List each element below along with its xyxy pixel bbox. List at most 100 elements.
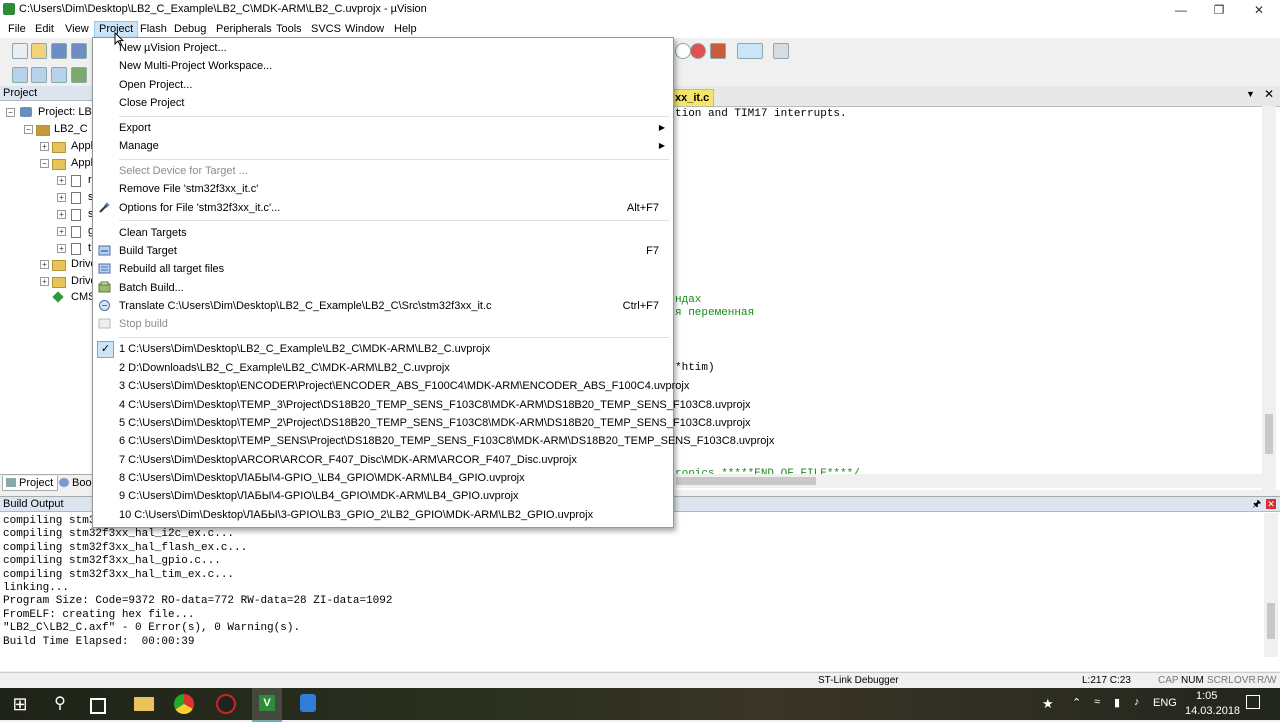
menu-item-build-target[interactable]: Build Target F7 bbox=[93, 242, 671, 260]
task-view-icon[interactable] bbox=[90, 698, 106, 714]
expand-icon[interactable]: + bbox=[57, 210, 66, 219]
scroll-thumb[interactable] bbox=[1265, 414, 1273, 454]
tab-list-dropdown-icon[interactable]: ▼ bbox=[1246, 89, 1255, 99]
menu-item-clean-targets[interactable]: Clean Targets bbox=[93, 224, 671, 242]
search-icon[interactable]: ⚲ bbox=[50, 694, 70, 714]
menu-item-translate[interactable]: Translate C:\Users\Dim\Desktop\LB2_C_Exa… bbox=[93, 297, 671, 315]
menu-item-recent-project[interactable]: 5 C:\Users\Dim\Desktop\TEMP_2\Project\DS… bbox=[93, 414, 751, 432]
network-icon[interactable]: ≈ bbox=[1094, 696, 1100, 708]
menu-file[interactable]: File bbox=[4, 21, 30, 37]
pin-icon[interactable]: 🖈 bbox=[1252, 497, 1261, 512]
scroll-thumb[interactable] bbox=[676, 477, 816, 485]
tray-expand-icon[interactable]: ⌃ bbox=[1072, 696, 1081, 709]
menu-item-export[interactable]: Export ▶ bbox=[93, 119, 671, 137]
menu-help[interactable]: Help bbox=[390, 21, 421, 37]
code-line-comment[interactable]: я переменная bbox=[675, 307, 754, 319]
menu-item-new-workspace[interactable]: New Multi-Project Workspace... bbox=[93, 57, 671, 75]
build-toolbar-icon[interactable] bbox=[31, 67, 47, 83]
menu-item-manage[interactable]: Manage ▶ bbox=[93, 137, 671, 155]
menu-item-recent-project[interactable]: 9 C:\Users\Dim\Desktop\ЛАБЫ\4-GPIO\LB4_G… bbox=[93, 487, 671, 505]
menu-item-rebuild-all[interactable]: Rebuild all target files bbox=[93, 260, 671, 278]
notifications-icon[interactable] bbox=[1246, 695, 1260, 709]
kill-breakpoints-icon[interactable] bbox=[710, 43, 726, 59]
clock-time[interactable]: 1:05 bbox=[1196, 690, 1217, 702]
menu-item-new-project[interactable]: New µVision Project... bbox=[93, 39, 671, 57]
minimize-button[interactable]: — bbox=[1162, 0, 1200, 20]
menu-debug[interactable]: Debug bbox=[170, 21, 210, 37]
num-indicator: NUM bbox=[1181, 675, 1204, 686]
editor-vertical-scrollbar[interactable] bbox=[1262, 106, 1276, 490]
menu-item-recent-project[interactable]: 6 C:\Users\Dim\Desktop\TEMP_SENS\Project… bbox=[93, 432, 774, 450]
save-all-icon[interactable] bbox=[71, 43, 87, 59]
options-wand-icon bbox=[99, 202, 110, 213]
menu-item-recent-project[interactable]: 8 C:\Users\Dim\Desktop\ЛАБЫ\4-GPIO_\LB4_… bbox=[93, 469, 671, 487]
project-menu-dropdown: New µVision Project... New Multi-Project… bbox=[92, 37, 774, 528]
disable-breakpoint-icon[interactable] bbox=[690, 43, 706, 59]
menu-item-close-project[interactable]: Close Project bbox=[93, 94, 671, 112]
editor-horizontal-scrollbar[interactable] bbox=[672, 474, 1264, 488]
menu-item-recent-project[interactable]: ✓ 1 C:\Users\Dim\Desktop\LB2_C_Example\LB… bbox=[93, 340, 671, 358]
people-icon[interactable]: ★ bbox=[1042, 696, 1054, 712]
expand-icon[interactable]: + bbox=[57, 176, 66, 185]
language-indicator[interactable]: ENG bbox=[1153, 697, 1177, 709]
recorder-icon[interactable] bbox=[216, 694, 236, 714]
editor-tab-active[interactable]: xx_it.c bbox=[670, 89, 715, 107]
rw-indicator: R/W bbox=[1257, 675, 1277, 686]
chrome-icon[interactable] bbox=[174, 694, 194, 714]
configure-wrench-icon[interactable] bbox=[773, 43, 789, 59]
menu-flash[interactable]: Flash bbox=[136, 21, 171, 37]
menu-item-recent-project[interactable]: 3 C:\Users\Dim\Desktop\ENCODER\Project\E… bbox=[93, 377, 689, 395]
expand-icon[interactable]: + bbox=[40, 142, 49, 151]
restore-button[interactable]: ❐ bbox=[1200, 0, 1238, 20]
menu-item-batch-build[interactable]: Batch Build... bbox=[93, 279, 671, 297]
menu-peripherals[interactable]: Peripherals bbox=[212, 21, 276, 37]
menu-view[interactable]: View bbox=[61, 21, 93, 37]
collapse-icon[interactable]: − bbox=[24, 125, 33, 134]
uvision-taskbar-button[interactable]: V bbox=[252, 688, 282, 722]
windows-start-icon[interactable]: ⊞ bbox=[10, 694, 30, 714]
menu-window[interactable]: Window bbox=[341, 21, 388, 37]
code-line[interactable]: *htim) bbox=[675, 362, 715, 374]
tab-project[interactable]: Project bbox=[2, 476, 59, 491]
close-tab-icon[interactable]: ✕ bbox=[1264, 87, 1274, 101]
build-icon bbox=[98, 245, 111, 256]
expand-icon[interactable]: + bbox=[57, 227, 66, 236]
volume-icon[interactable]: ♪ bbox=[1134, 696, 1140, 708]
open-file-icon[interactable] bbox=[31, 43, 47, 59]
expand-icon[interactable]: + bbox=[57, 244, 66, 253]
menu-item-recent-project[interactable]: 7 C:\Users\Dim\Desktop\ARCOR\ARCOR_F407_… bbox=[93, 451, 671, 469]
save-icon[interactable] bbox=[51, 43, 67, 59]
menu-edit[interactable]: Edit bbox=[31, 21, 58, 37]
security-shield-icon[interactable] bbox=[300, 694, 316, 712]
collapse-icon[interactable]: − bbox=[40, 159, 49, 168]
scroll-thumb[interactable] bbox=[1267, 603, 1275, 639]
collapse-icon[interactable]: − bbox=[6, 108, 15, 117]
code-line[interactable]: tion and TIM17 interrupts. bbox=[675, 108, 847, 120]
menu-item-remove-file[interactable]: Remove File 'stm32f3xx_it.c' bbox=[93, 180, 671, 198]
menu-item-recent-project[interactable]: 4 C:\Users\Dim\Desktop\TEMP_3\Project\DS… bbox=[93, 396, 751, 414]
menu-svcs[interactable]: SVCS bbox=[307, 21, 345, 37]
debugger-status: ST-Link Debugger bbox=[818, 675, 899, 686]
expand-icon[interactable]: + bbox=[40, 260, 49, 269]
translate-toolbar-icon[interactable] bbox=[12, 67, 28, 83]
expand-icon[interactable]: + bbox=[40, 277, 49, 286]
window-layout-icon[interactable] bbox=[737, 43, 763, 59]
breakpoint-icon[interactable] bbox=[675, 43, 691, 59]
menu-item-recent-project[interactable]: 10 C:\Users\Dim\Desktop\ЛАБЫ\3-GPIO\LB3_… bbox=[93, 506, 671, 524]
new-file-icon[interactable] bbox=[12, 43, 28, 59]
close-window-button[interactable]: ✕ bbox=[1240, 0, 1278, 20]
clock-date[interactable]: 14.03.2018 bbox=[1185, 705, 1240, 717]
menu-item-options-for-file[interactable]: Options for File 'stm32f3xx_it.c'... Alt+… bbox=[93, 199, 671, 217]
menu-item-open-project[interactable]: Open Project... bbox=[93, 76, 671, 94]
close-pane-icon[interactable]: ✕ bbox=[1266, 499, 1276, 509]
battery-icon[interactable]: ▮ bbox=[1114, 696, 1120, 709]
code-line-comment[interactable]: ндах bbox=[675, 294, 701, 306]
expand-icon[interactable]: + bbox=[57, 193, 66, 202]
build-output-scrollbar[interactable] bbox=[1264, 513, 1278, 657]
tab-books[interactable]: Boo bbox=[56, 476, 96, 490]
rebuild-toolbar-icon[interactable] bbox=[51, 67, 67, 83]
load-toolbar-icon[interactable] bbox=[71, 67, 87, 83]
menu-tools[interactable]: Tools bbox=[272, 21, 306, 37]
file-explorer-icon[interactable] bbox=[134, 697, 154, 711]
menu-item-recent-project[interactable]: 2 D:\Downloads\LB2_C_Example\LB2_C\MDK-A… bbox=[93, 359, 671, 377]
